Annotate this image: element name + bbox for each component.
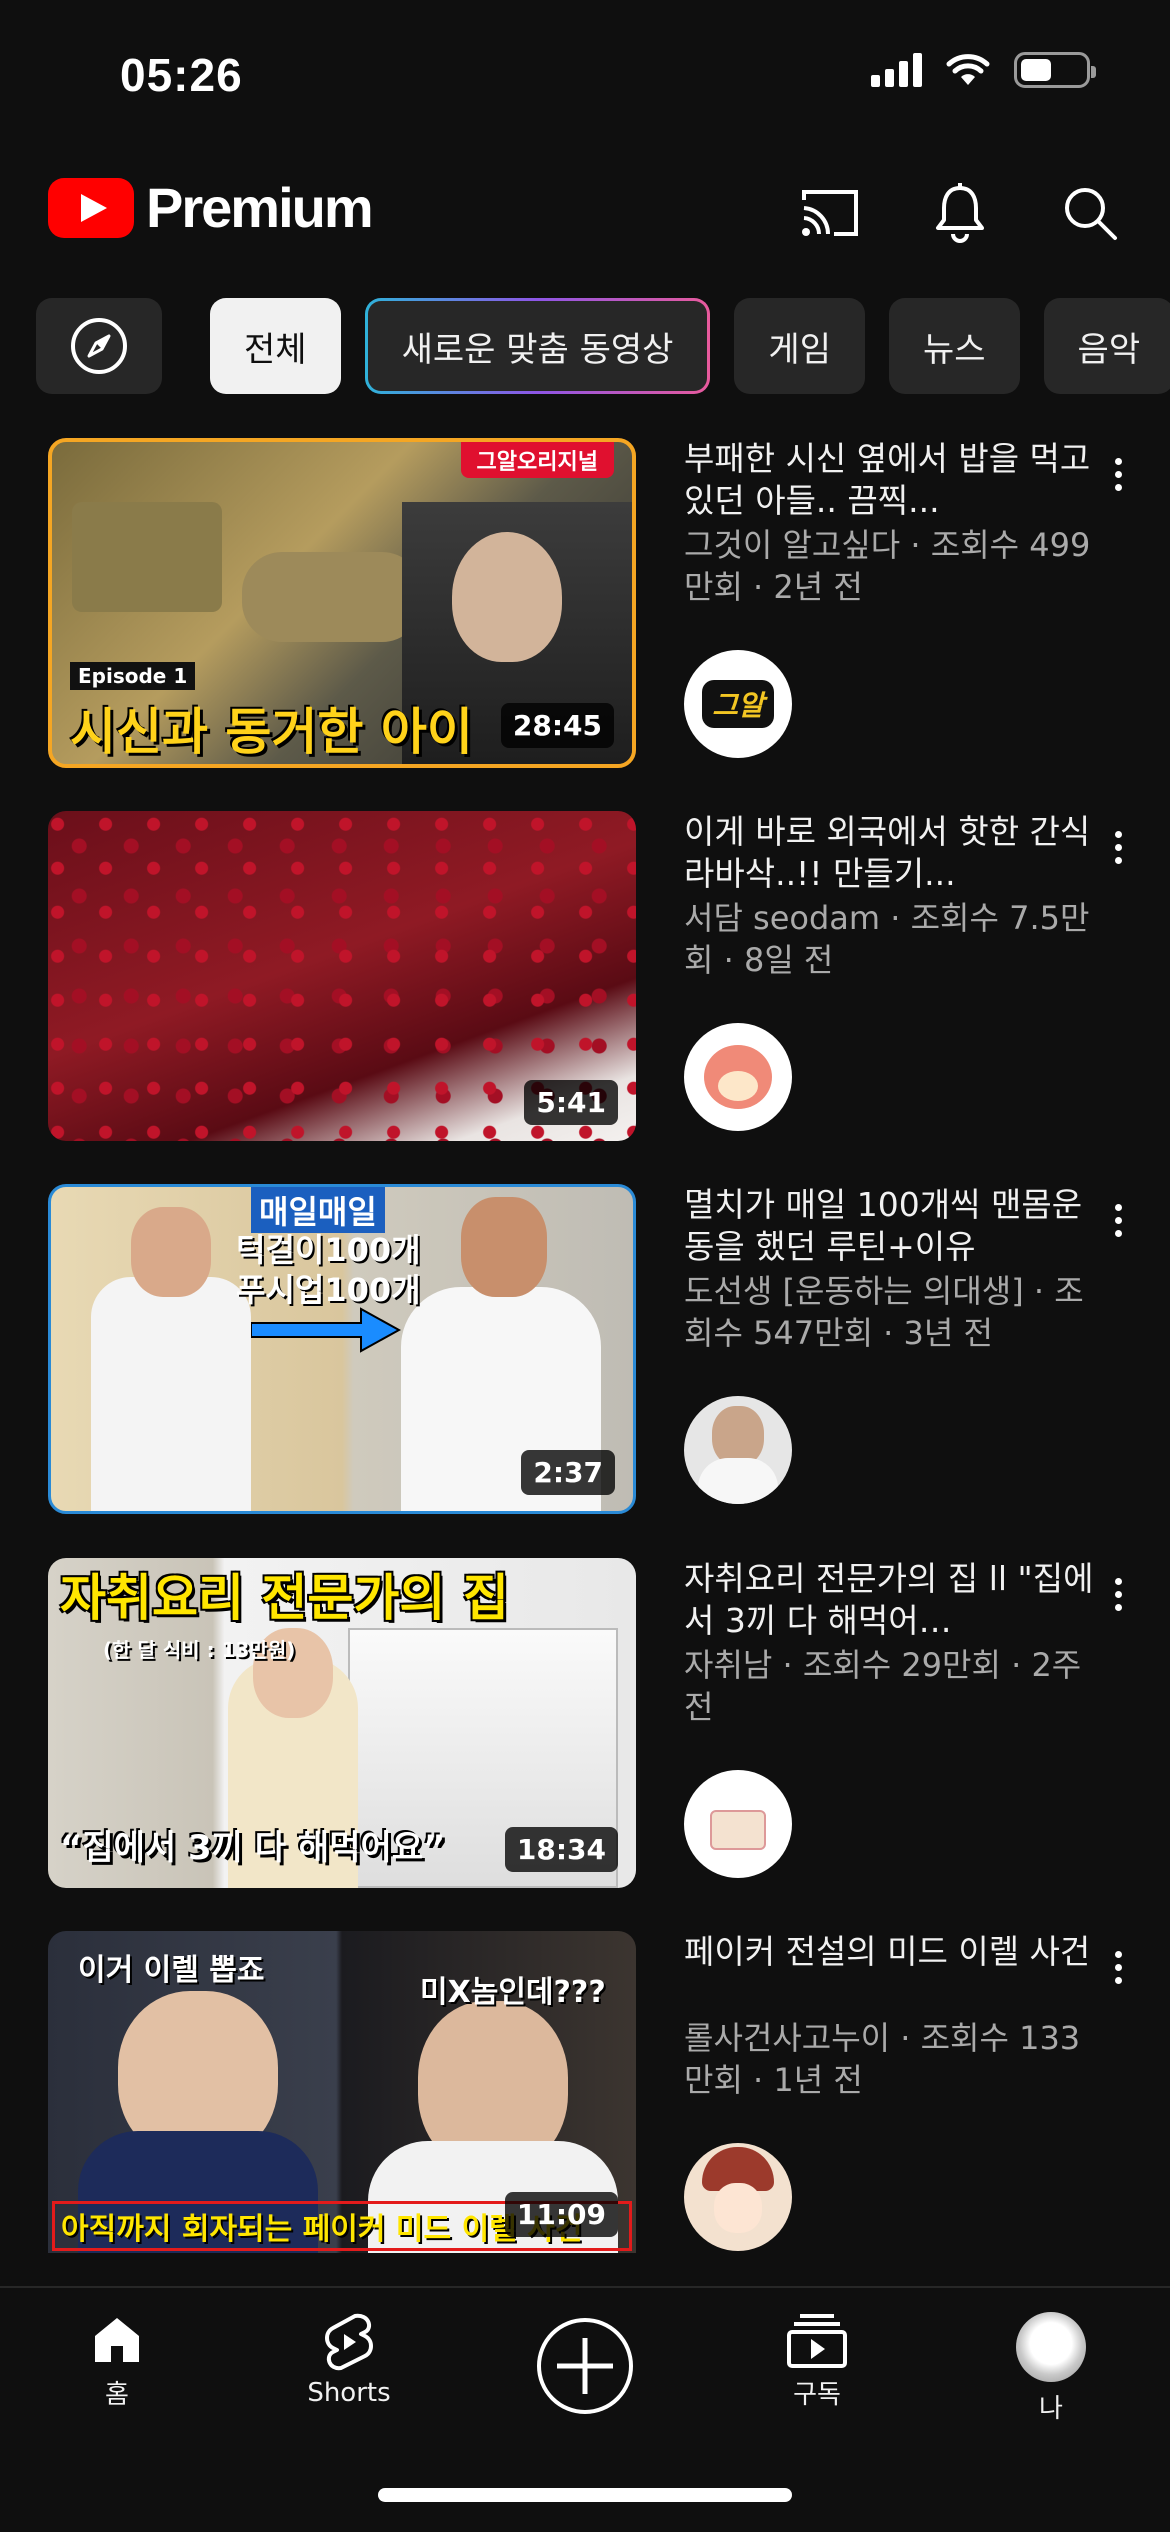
chip-news[interactable]: 뉴스 <box>888 298 1020 394</box>
compass-icon <box>71 318 127 374</box>
subscriptions-icon <box>787 2314 847 2368</box>
thumbnail-quote: “집에서 3끼 다 해먹어요” <box>60 1828 446 1868</box>
video-item[interactable]: 매일매일 턱걸이100개 푸시업100개 2:37 멸치가 매일 100개씩 맨… <box>0 1184 1170 1524</box>
status-icons <box>871 52 1096 88</box>
thumbnail-episode: Episode 1 <box>70 662 196 690</box>
thumbnail-title: 자취요리 전문가의 집 <box>60 1569 509 1627</box>
status-time: 05:26 <box>120 49 243 101</box>
channel-avatar[interactable] <box>684 1770 792 1878</box>
video-meta: 그것이 알고싶다 · 조회수 499만회 · 2년 전 <box>684 526 1091 606</box>
channel-avatar[interactable] <box>684 1396 792 1504</box>
create-button[interactable] <box>495 2316 675 2416</box>
cast-icon <box>802 190 858 236</box>
video-duration: 11:09 <box>504 2192 618 2237</box>
nav-shorts[interactable]: Shorts <box>259 2312 439 2408</box>
video-item[interactable]: 자취요리 전문가의 집 (한 달 식비 : 13만원) “집에서 3끼 다 해먹… <box>0 1558 1170 1898</box>
video-title[interactable]: 부패한 시신 옆에서 밥을 먹고 있던 아들.. 끔찍... <box>684 438 1094 522</box>
search-button[interactable] <box>1050 173 1130 253</box>
video-duration: 2:37 <box>521 1450 615 1495</box>
video-title[interactable]: 자취요리 전문가의 집 ll "집에서 3끼 다 해먹어… <box>684 1558 1094 1642</box>
battery-icon <box>1014 52 1096 88</box>
cellular-signal-icon <box>871 53 922 87</box>
nav-you[interactable]: 나 <box>961 2312 1141 2425</box>
youtube-premium-logo[interactable]: Premium <box>48 175 374 240</box>
cast-button[interactable] <box>790 173 870 253</box>
arrow-right-icon <box>251 1307 401 1353</box>
nav-subscriptions-label: 구독 <box>793 2380 841 2410</box>
video-item[interactable]: 그알오리지널 Episode 1 시신과 동거한 아이 28:45 부패한 시신… <box>0 438 1170 778</box>
video-thumbnail[interactable]: 매일매일 턱걸이100개 푸시업100개 2:37 <box>48 1184 636 1514</box>
video-duration: 28:45 <box>500 703 614 748</box>
video-title[interactable]: 멸치가 매일 100개씩 맨몸운동을 했던 루틴+이유 <box>684 1184 1094 1268</box>
thumbnail-top-right: 미X놈인데??? <box>420 1975 606 2010</box>
video-thumbnail[interactable]: 그알오리지널 Episode 1 시신과 동거한 아이 28:45 <box>48 438 636 768</box>
video-meta: 도선생 [운동하는 의대생] · 조회수 547만회 · 3년 전 <box>684 1272 1084 1352</box>
channel-avatar[interactable] <box>684 2143 792 2251</box>
home-indicator <box>378 2488 792 2502</box>
youtube-play-icon <box>48 177 134 238</box>
video-thumbnail[interactable]: 자취요리 전문가의 집 (한 달 식비 : 13만원) “집에서 3끼 다 해먹… <box>48 1558 636 1888</box>
video-item[interactable]: 5:41 이게 바로 외국에서 핫한 간식 라바삭..!! 만들기... 서담 … <box>0 811 1170 1151</box>
chip-gaming[interactable]: 게임 <box>734 298 865 394</box>
notifications-button[interactable] <box>920 173 1000 253</box>
user-avatar <box>1016 2312 1086 2382</box>
video-meta: 자취남 · 조회수 29만회 · 2주 전 <box>684 1646 1082 1726</box>
nav-shorts-label: Shorts <box>307 2378 391 2408</box>
video-item[interactable]: 이거 이렐 뽑죠 미X놈인데??? 아직까지 회자되는 페이커 미드 이렐 사건… <box>0 1931 1170 2271</box>
home-icon <box>95 2318 139 2362</box>
bell-icon <box>936 183 984 243</box>
more-options-button[interactable] <box>1098 1564 1138 1624</box>
chip-all[interactable]: 전체 <box>210 298 341 394</box>
status-bar: 05:26 <box>0 0 1170 150</box>
video-thumbnail[interactable]: 5:41 <box>48 811 636 1141</box>
nav-home-label: 홈 <box>105 2380 129 2410</box>
filter-chips: 전체 새로운 맞춤 동영상 게임 뉴스 음악 <box>36 298 1170 394</box>
logo-text: Premium <box>146 176 374 239</box>
thumbnail-subtitle: (한 달 식비 : 13만원) <box>103 1638 296 1662</box>
video-thumbnail[interactable]: 이거 이렐 뽑죠 미X놈인데??? 아직까지 회자되는 페이커 미드 이렐 사건… <box>48 1931 636 2253</box>
video-title[interactable]: 페이커 전설의 미드 이렐 사건 <box>684 1931 1094 1973</box>
more-options-button[interactable] <box>1098 817 1138 877</box>
thumbnail-tag: 그알오리지널 <box>460 442 614 478</box>
video-title[interactable]: 이게 바로 외국에서 핫한 간식 라바삭..!! 만들기... <box>684 811 1094 895</box>
thumbnail-caption: 시신과 동거한 아이 <box>70 703 473 761</box>
more-options-button[interactable] <box>1098 1190 1138 1250</box>
video-duration: 5:41 <box>524 1080 618 1125</box>
nav-home[interactable]: 홈 <box>27 2312 207 2411</box>
video-meta: 롤사건사고누이 · 조회수 133만회 · 1년 전 <box>684 2019 1081 2099</box>
search-icon <box>1065 188 1117 240</box>
video-meta: 서담 seodam · 조회수 7.5만회 · 8일 전 <box>684 899 1090 979</box>
more-options-button[interactable] <box>1098 1937 1138 1997</box>
explore-chip[interactable] <box>36 298 162 394</box>
app-header: Premium <box>0 165 1170 255</box>
channel-avatar-label: 그알 <box>702 680 774 728</box>
more-options-button[interactable] <box>1098 444 1138 504</box>
thumbnail-top-left: 이거 이렐 뽑죠 <box>78 1953 265 1988</box>
video-duration: 18:34 <box>504 1827 618 1872</box>
shorts-icon <box>325 2313 373 2371</box>
channel-avatar[interactable]: 그알 <box>684 650 792 758</box>
channel-avatar[interactable] <box>684 1023 792 1131</box>
wifi-icon <box>946 54 990 85</box>
plus-circle-icon <box>537 2318 633 2414</box>
nav-subscriptions[interactable]: 구독 <box>727 2312 907 2411</box>
chip-music[interactable]: 음악 <box>1043 298 1170 394</box>
chip-new-for-you[interactable]: 새로운 맞춤 동영상 <box>365 298 711 394</box>
nav-you-label: 나 <box>1039 2394 1063 2424</box>
